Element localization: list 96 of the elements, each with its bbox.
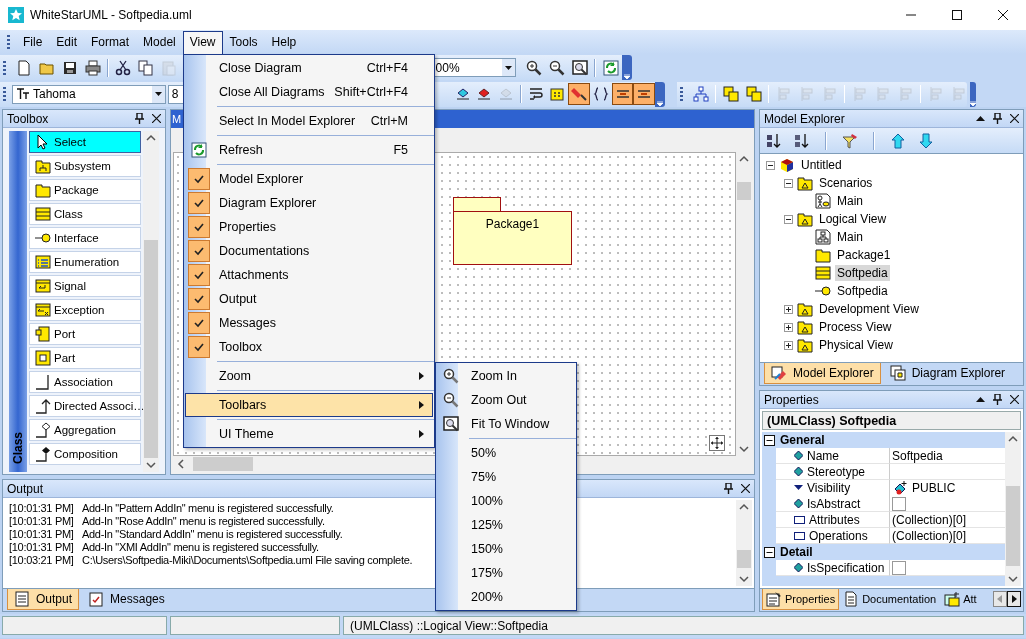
palette-item[interactable]: Composition [29, 443, 141, 465]
log-time: [10:03:21 PM] [9, 554, 75, 567]
group-header: General [780, 433, 825, 447]
window-title: WhiteStarUML - Softpedia.uml [30, 8, 193, 22]
panel-title: Output [7, 481, 45, 496]
property-name: Name [807, 448, 839, 463]
menu-item[interactable]: Model [136, 31, 183, 53]
property-name: Attributes [809, 512, 860, 527]
tree-item[interactable]: Development View [817, 301, 921, 317]
log-time: [10:01:31 PM] [9, 515, 75, 528]
palette-item[interactable]: Enumeration [29, 251, 141, 273]
menu-item[interactable]: File [16, 31, 50, 53]
tree-item[interactable]: Process View [817, 319, 894, 335]
property-value: PUBLIC [912, 481, 956, 495]
menu-item[interactable]: Close All Diagrams Shift+Ctrl+F4 [185, 80, 433, 104]
font-dropdown[interactable]: Tahoma [12, 84, 166, 104]
menu-item[interactable]: Output [185, 287, 433, 311]
palette-item[interactable]: Exception [29, 299, 141, 321]
property-name: Stereotype [807, 464, 866, 479]
property-value: (Collection)[0] [892, 528, 967, 543]
palette-item[interactable]: Subsystem [29, 155, 141, 177]
menu-item[interactable]: 100% [437, 489, 575, 513]
value-cell[interactable]: (Collection)[0] [890, 528, 1005, 544]
menu-item[interactable]: Tools [222, 31, 265, 53]
palette-item[interactable]: Part [29, 347, 141, 369]
tree-item[interactable]: Untitled [799, 157, 844, 173]
palette-item[interactable]: Aggregation [29, 419, 141, 441]
menu-item[interactable]: Diagram Explorer [185, 191, 433, 215]
menu-item[interactable]: Zoom In [437, 364, 575, 388]
log-message: Add-In "Standard AddIn" menu is registered successfully. [82, 528, 343, 541]
log-time: [10:01:31 PM] [9, 502, 75, 515]
selected-element-title: (UMLClass) Softpedia [762, 411, 1021, 430]
palette-item[interactable]: Port [29, 323, 141, 345]
menu-item[interactable]: 125% [437, 513, 575, 537]
log-message: Add-In "Rose AddIn" menu is registered successfully. [82, 515, 325, 528]
menu-item[interactable]: Format [84, 31, 137, 53]
tab[interactable]: Properties [762, 589, 840, 610]
group-header: Detail [780, 545, 813, 559]
menu-item[interactable]: Fit To Window [437, 412, 575, 436]
panel-title: Model Explorer [764, 111, 846, 126]
panel-title: Toolbox [7, 111, 50, 126]
palette-item[interactable]: Interface [29, 227, 141, 249]
tree-item[interactable]: Main [835, 229, 865, 245]
palette-item[interactable]: Association [29, 371, 141, 393]
menu-item[interactable]: Zoom [185, 364, 433, 388]
menu-item[interactable]: Model Explorer [185, 167, 433, 191]
tree-item[interactable]: Package1 [835, 247, 893, 263]
menu-item[interactable]: 200% [437, 585, 575, 609]
property-name: Operations [809, 528, 868, 543]
tree-item[interactable]: Softpedia [835, 265, 890, 281]
menu-item[interactable]: UI Theme [185, 422, 433, 446]
palette-item[interactable]: Class [29, 203, 141, 225]
log-message: Add-In "XMI AddIn" menu is registered successfully. [82, 541, 319, 554]
log-time: [10:01:31 PM] [9, 528, 75, 541]
log-message: Add-In "Pattern AddIn" menu is registered successfully. [82, 502, 334, 515]
menu-item[interactable]: Attachments [185, 263, 433, 287]
palette-item[interactable]: Signal [29, 275, 141, 297]
menu-item[interactable]: Zoom Out [437, 388, 575, 412]
panel-title: Properties [764, 392, 820, 407]
menu-item[interactable]: 150% [437, 537, 575, 561]
menu-item[interactable]: Properties [185, 215, 433, 239]
palette-item[interactable]: Package [29, 179, 141, 201]
tab[interactable]: Output [7, 589, 80, 610]
menu-item[interactable]: Toolbox [185, 335, 433, 359]
menu-item[interactable]: Close Diagram Ctrl+F4 [185, 56, 433, 80]
menu-item[interactable]: View [182, 31, 223, 56]
menu-item[interactable]: Toolbars [185, 393, 433, 417]
tree-item[interactable]: Scenarios [817, 175, 875, 191]
property-name: Visibility [807, 481, 851, 495]
log-time: [10:01:31 PM] [9, 541, 75, 554]
tree-item[interactable]: Logical View [817, 211, 889, 227]
palette-item[interactable]: Select [29, 131, 141, 153]
property-name: IsAbstract [807, 496, 861, 511]
property-value: (Collection)[0] [892, 512, 967, 527]
palette-item[interactable]: Directed Associ… [29, 395, 141, 417]
tab[interactable]: Model Explorer [764, 363, 881, 384]
log-message: C:\Users\Softpedia-Miki\Documents\Softpedia.uml File saving complete. [82, 554, 413, 567]
menu-item[interactable]: Messages [185, 311, 433, 335]
value-cell[interactable]: (Collection)[0] [890, 512, 1005, 528]
tree-item[interactable]: Softpedia [835, 283, 890, 299]
tree-item[interactable]: Physical View [817, 337, 895, 353]
tree-item[interactable]: Main [835, 193, 865, 209]
menu-item[interactable]: Documentations [185, 239, 433, 263]
tab[interactable]: Messages [81, 589, 172, 610]
status-text: (UMLClass) ::Logical View::Softpedia [343, 616, 1024, 635]
category-tab[interactable]: Class [9, 131, 27, 472]
menu-item[interactable]: Help [264, 31, 304, 53]
menu-item[interactable]: Edit [49, 31, 85, 53]
property-name: IsSpecification [807, 560, 885, 575]
tab[interactable]: Documentation [839, 589, 941, 610]
value-cell[interactable]: Softpedia [890, 448, 1005, 464]
tab[interactable]: Diagram Explorer [882, 363, 1013, 384]
property-value: Softpedia [892, 448, 943, 463]
menu-item[interactable]: 175% [437, 561, 575, 585]
menu-item[interactable]: 75% [437, 465, 575, 489]
tab[interactable]: Att [940, 589, 981, 610]
